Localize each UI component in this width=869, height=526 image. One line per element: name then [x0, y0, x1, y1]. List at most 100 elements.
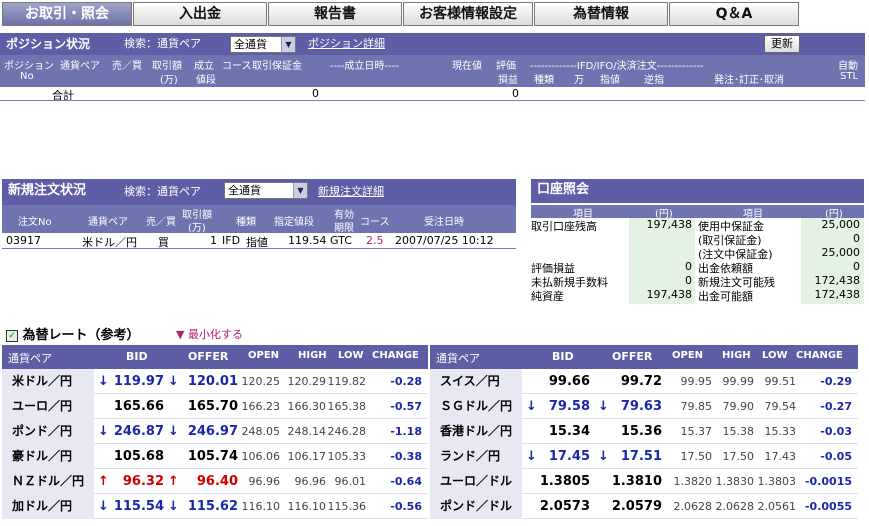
low-value: 246.28	[327, 425, 367, 438]
rate-row[interactable]: 香港ドル／円 15.34 15.36 15.37 15.38 15.33 -0.03	[430, 419, 858, 444]
chart-icon: ✓	[6, 329, 18, 342]
rate-row[interactable]: スイス／円 99.66 99.72 99.95 99.99 99.51 -0.29	[430, 369, 858, 394]
account-row: 出金可能額 172,438	[531, 288, 864, 303]
change-value: -0.27	[820, 400, 852, 413]
low-value: 96.01	[334, 475, 367, 488]
bid-value: 15.34	[548, 424, 590, 439]
high-value: 15.38	[722, 425, 755, 438]
orders-currency-select[interactable]: 全通貨 ▼	[224, 182, 308, 199]
rate-row[interactable]: ポンド／ドル 2.0573 2.0579 2.0628 2.0628 2.0561 -0.0…	[430, 494, 858, 519]
pair-label: ＮＺドル／円	[2, 469, 94, 494]
high-value: 1.3830	[715, 475, 755, 488]
open-value: 1.3820	[673, 475, 713, 488]
bid-value: 99.66	[548, 374, 590, 389]
rate-row[interactable]: 加ドル／円 ↓ ↓ 115.54 115.62 116.10 116.10 115.36 -0.…	[2, 494, 428, 519]
tab-deposit-withdraw[interactable]: 入出金	[133, 2, 267, 26]
high-value: 96.96	[294, 475, 327, 488]
col-man2: 万	[574, 75, 584, 86]
high-value: 166.30	[287, 400, 327, 413]
account-row: 使用中保証金 25,000	[531, 218, 864, 233]
offer-value: 165.70	[187, 399, 238, 414]
arrow-down-icon: ↓	[168, 424, 179, 439]
order-amount: 1	[210, 234, 217, 247]
bid-value: 165.66	[113, 399, 164, 414]
rate-row[interactable]: ユーロ／ドル 1.3805 1.3810 1.3820 1.3830 1.3803 -0.0…	[430, 469, 858, 494]
account-label: 出金可能額	[698, 290, 753, 303]
change-value: -0.0055	[804, 500, 852, 513]
arrow-up-icon: ↑	[168, 474, 179, 489]
rate-row[interactable]: 豪ドル／円 105.68 105.74 106.06 106.17 105.33 -0.38	[2, 444, 428, 469]
tab-customer-settings[interactable]: お客様情報設定	[403, 2, 533, 26]
open-value: 79.85	[680, 400, 713, 413]
col-margin: 取引保証金	[252, 61, 302, 72]
order-course: 2.5	[366, 234, 384, 247]
pair-label: ポンド／ドル	[430, 494, 522, 519]
tab-trading[interactable]: お取引・照会	[2, 2, 132, 26]
positions-detail-link[interactable]: ポジション詳細	[308, 33, 385, 55]
rh-low: LOW	[338, 350, 364, 361]
change-value: -0.64	[390, 475, 422, 488]
open-value: 15.37	[680, 425, 713, 438]
positions-total-pl: 0	[512, 87, 519, 100]
pair-label: 豪ドル／円	[2, 444, 94, 469]
rate-row[interactable]: ポンド／円 ↓ ↓ 246.87 246.97 248.05 248.14 246.28 -1.…	[2, 419, 428, 444]
col-order-pair: 通貨ペア	[88, 217, 128, 228]
account-row: (取引保証金) 0	[531, 232, 864, 247]
rate-row[interactable]: ユーロ／円 165.66 165.70 166.23 166.30 165.38 -0.57	[2, 394, 428, 419]
order-price: 119.54	[288, 234, 327, 247]
open-value: 99.95	[680, 375, 713, 388]
rate-row[interactable]: ランド／円 ↓ ↓ 17.45 17.51 17.50 17.50 17.43 -0.05	[430, 444, 858, 469]
order-no: 03917	[6, 234, 41, 247]
rh-high: HIGH	[722, 350, 751, 361]
bid-value: 1.3805	[539, 474, 590, 489]
positions-total-margin: 0	[312, 87, 319, 100]
open-value: 2.0628	[673, 500, 713, 513]
change-value: -0.29	[820, 375, 852, 388]
col-eval: 評価	[496, 61, 516, 72]
rh-bid: BID	[552, 350, 574, 363]
main-nav: お取引・照会 入出金 報告書 お客様情報設定 為替情報 Q＆A	[0, 0, 869, 27]
account-header: 口座照会	[531, 179, 864, 203]
tab-reports[interactable]: 報告書	[268, 2, 402, 26]
rate-row[interactable]: 米ドル／円 ↓ ↓ 119.97 120.01 120.25 120.29 119.82 -0.…	[2, 369, 428, 394]
refresh-button[interactable]: 更新	[764, 35, 800, 53]
offer-value: 105.74	[187, 449, 238, 464]
account-row: (注文中保証金) 25,000	[531, 246, 864, 261]
col-stop: 逆指	[644, 75, 664, 86]
col-limit: 指値	[600, 75, 620, 86]
arrow-down-icon: ↓	[98, 499, 109, 514]
pair-label: 米ドル／円	[2, 369, 94, 394]
col-order-price: 指定値段	[274, 217, 314, 228]
chevron-down-icon: ▼	[281, 37, 295, 52]
arrow-up-icon: ↑	[98, 474, 109, 489]
col-order-datetime: 受注日時	[424, 217, 464, 228]
rate-row[interactable]: ＳＧドル／円 ↓ ↓ 79.58 79.63 79.85 79.90 79.54 -0.27	[430, 394, 858, 419]
rh-bid: BID	[126, 350, 148, 363]
pair-label: 加ドル／円	[2, 494, 94, 519]
tab-fx-info[interactable]: 為替情報	[534, 2, 668, 26]
orders-detail-link[interactable]: 新規注文詳細	[318, 180, 384, 204]
pair-label: ユーロ／ドル	[430, 469, 522, 494]
rates-title-text: 為替レート（参考）	[22, 328, 140, 343]
rh-high: HIGH	[298, 350, 327, 361]
account-title: 口座照会	[537, 182, 590, 197]
high-value: 120.29	[287, 375, 327, 388]
orders-select-value: 全通貨	[228, 184, 261, 197]
minimize-link[interactable]: ▼ 最小化する	[176, 326, 243, 342]
high-value: 116.10	[287, 500, 327, 513]
change-value: -0.38	[390, 450, 422, 463]
rate-row[interactable]: ＮＺドル／円 ↑ ↑ 96.32 96.40 96.96 96.96 96.01 -0.64	[2, 469, 428, 494]
account-value: 172,438	[814, 274, 861, 287]
offer-value: 246.97	[187, 424, 238, 439]
positions-currency-select[interactable]: 全通貨 ▼	[230, 36, 296, 53]
positions-search-label: 検索：通貨ペア	[124, 37, 201, 50]
tab-qa[interactable]: Q＆A	[669, 2, 799, 26]
bid-value: 246.87	[113, 424, 164, 439]
change-value: -1.18	[390, 425, 422, 438]
bid-value: 79.58	[548, 399, 590, 414]
rh-pair: 通貨ペア	[436, 352, 480, 365]
change-value: -0.56	[390, 500, 422, 513]
col-datetime: ----成立日時----	[330, 61, 399, 72]
col-order-actions: 発注･訂正･取消	[714, 75, 784, 86]
col-side: 売／買	[112, 61, 142, 72]
